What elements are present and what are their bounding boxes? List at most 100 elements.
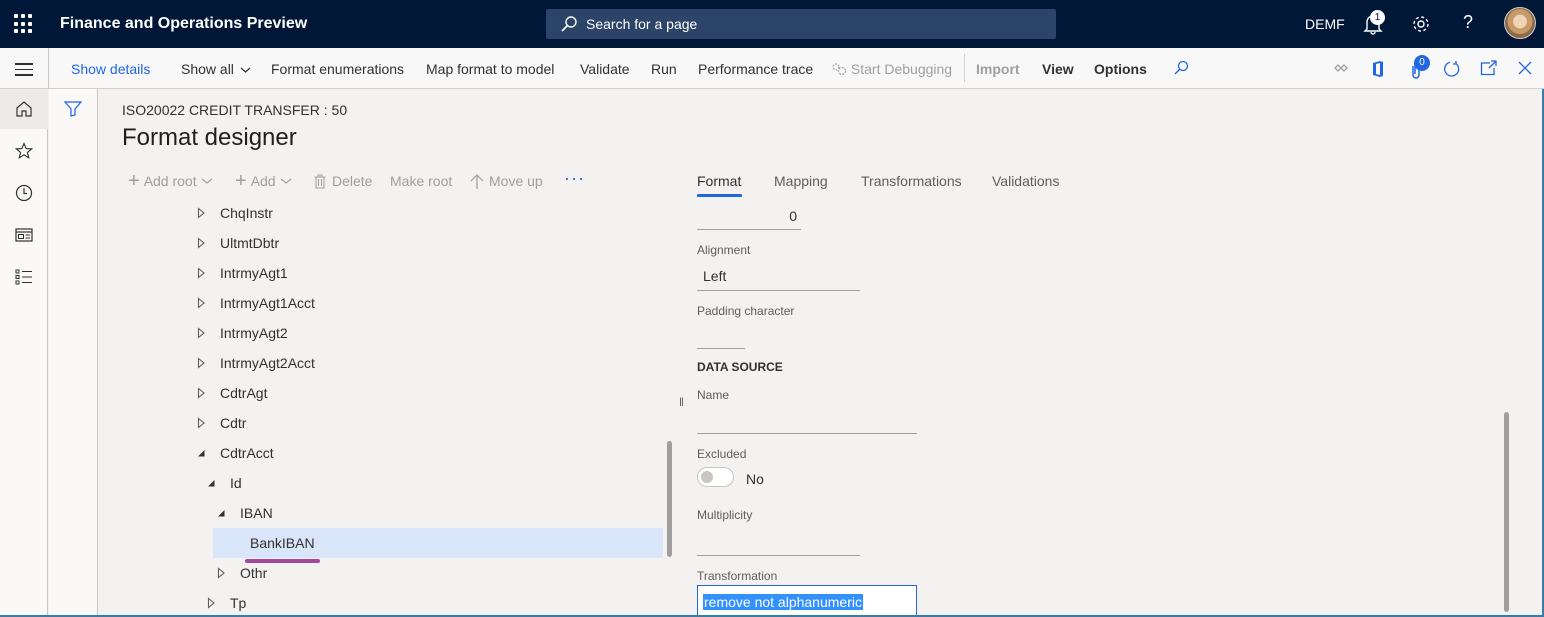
tree-node[interactable]: IntrmyAgt2Acct <box>180 348 663 378</box>
make-root-button[interactable]: Make root <box>390 173 452 189</box>
tree-node[interactable]: Cdtr <box>180 408 663 438</box>
tree-node[interactable]: Tp <box>180 588 663 617</box>
filter-icon[interactable] <box>64 101 82 117</box>
start-debugging-button[interactable]: Start Debugging <box>831 61 952 77</box>
tree-node[interactable]: UltmtDbtr <box>180 228 663 258</box>
open-in-new-window-icon[interactable] <box>1480 60 1498 76</box>
expand-caret-icon[interactable] <box>197 267 207 279</box>
nav-recent[interactable] <box>0 173 48 213</box>
page-title: Format designer <box>122 124 297 151</box>
expand-caret-icon[interactable] <box>217 567 227 579</box>
delete-button[interactable]: Delete <box>314 173 372 189</box>
transformation-input[interactable]: remove not alphanumeric <box>697 585 917 617</box>
tree-scrollbar[interactable] <box>667 441 672 557</box>
show-all-dropdown[interactable]: Show all <box>181 61 251 77</box>
field-underline <box>697 229 801 230</box>
field-underline <box>697 433 917 434</box>
app-title[interactable]: Finance and Operations Preview <box>60 15 307 33</box>
user-avatar[interactable] <box>1504 7 1536 39</box>
divider <box>964 54 965 82</box>
options-menu[interactable]: Options <box>1094 61 1147 77</box>
run-button[interactable]: Run <box>651 61 677 77</box>
tree-node[interactable]: Id <box>180 468 663 498</box>
company-picker[interactable]: DEMF <box>1305 16 1345 32</box>
add-root-button[interactable]: + Add root <box>128 170 213 192</box>
navigation-rail <box>0 89 48 617</box>
expand-caret-icon[interactable] <box>197 327 207 339</box>
hamburger-menu-icon[interactable] <box>15 63 33 80</box>
move-up-button[interactable]: Move up <box>470 173 543 189</box>
format-enumerations-button[interactable]: Format enumerations <box>271 61 404 77</box>
padding-character-field[interactable] <box>703 326 747 346</box>
details-scrollbar[interactable] <box>1504 412 1509 612</box>
tab-transformations[interactable]: Transformations <box>861 173 962 189</box>
search-placeholder: Search for a page <box>586 16 698 32</box>
plus-icon: + <box>235 170 247 192</box>
view-menu[interactable]: View <box>1042 61 1074 77</box>
add-root-label: Add root <box>143 173 197 189</box>
excluded-toggle[interactable] <box>697 467 734 487</box>
tree-node[interactable]: ChqInstr <box>180 198 663 228</box>
refresh-icon[interactable] <box>1443 60 1461 78</box>
office-icon[interactable] <box>1371 60 1385 78</box>
tree-node[interactable]: CdtrAgt <box>180 378 663 408</box>
expand-caret-icon[interactable] <box>197 237 207 249</box>
collapse-caret-icon[interactable] <box>217 507 227 519</box>
tree-node[interactable]: IntrmyAgt1Acct <box>180 288 663 318</box>
validate-button[interactable]: Validate <box>580 61 630 77</box>
name-field[interactable] <box>703 410 917 430</box>
expand-caret-icon[interactable] <box>207 597 217 609</box>
settings-gear-icon[interactable] <box>1411 14 1431 34</box>
import-menu[interactable]: Import <box>976 61 1020 77</box>
notifications-count-badge: 1 <box>1370 10 1385 25</box>
expand-caret-icon[interactable] <box>197 297 207 309</box>
performance-trace-button[interactable]: Performance trace <box>698 61 813 77</box>
tab-validations[interactable]: Validations <box>992 173 1059 189</box>
tab-mapping[interactable]: Mapping <box>774 173 828 189</box>
nav-favorites[interactable] <box>0 131 48 171</box>
collapse-caret-icon[interactable] <box>197 447 207 459</box>
tree-node[interactable]: CdtrAcct <box>180 438 663 468</box>
power-apps-icon[interactable] <box>1334 63 1348 73</box>
close-icon[interactable] <box>1518 61 1532 75</box>
expand-caret-icon[interactable] <box>197 357 207 369</box>
home-icon <box>16 101 32 117</box>
alignment-field[interactable]: Left <box>703 268 726 284</box>
move-up-label: Move up <box>489 173 543 189</box>
multiplicity-field[interactable] <box>703 530 859 550</box>
nav-home[interactable] <box>0 89 48 129</box>
filter-pane <box>49 89 98 617</box>
pane-splitter-handle[interactable]: ‖ <box>679 395 684 409</box>
help-icon[interactable]: ? <box>1463 12 1473 33</box>
chevron-down-icon <box>240 67 251 73</box>
padding-character-label: Padding character <box>697 304 795 318</box>
length-field[interactable]: 0 <box>697 208 797 224</box>
arrow-up-icon <box>470 174 484 189</box>
expand-caret-icon[interactable] <box>197 387 207 399</box>
modules-list-icon <box>15 269 32 285</box>
more-options-button[interactable]: ··· <box>564 168 585 189</box>
tree-node[interactable]: BankIBAN <box>180 528 663 558</box>
expand-caret-icon[interactable] <box>197 207 207 219</box>
tree-node[interactable]: IntrmyAgt2 <box>180 318 663 348</box>
active-tab-indicator <box>697 194 742 197</box>
tree-node-label: CdtrAcct <box>220 445 274 461</box>
multiplicity-label: Multiplicity <box>697 508 753 522</box>
plus-icon: + <box>128 170 140 192</box>
add-button[interactable]: + Add <box>235 170 292 192</box>
nav-modules[interactable] <box>0 257 48 297</box>
tree-node-label: ChqInstr <box>220 205 273 221</box>
show-details-button[interactable]: Show details <box>71 61 150 77</box>
map-format-to-model-button[interactable]: Map format to model <box>426 61 554 77</box>
collapse-caret-icon[interactable] <box>207 477 217 489</box>
search-input[interactable]: Search for a page <box>546 9 1056 39</box>
action-pane: Show details Show all Format enumeration… <box>0 48 1544 89</box>
tree-node[interactable]: IntrmyAgt1 <box>180 258 663 288</box>
expand-caret-icon[interactable] <box>197 417 207 429</box>
nav-workspaces[interactable] <box>0 215 48 255</box>
tab-format[interactable]: Format <box>697 173 741 189</box>
tree-node[interactable]: IBAN <box>180 498 663 528</box>
start-debugging-label: Start Debugging <box>850 61 953 77</box>
search-icon[interactable] <box>1173 60 1189 76</box>
app-launcher-icon[interactable] <box>14 14 34 34</box>
